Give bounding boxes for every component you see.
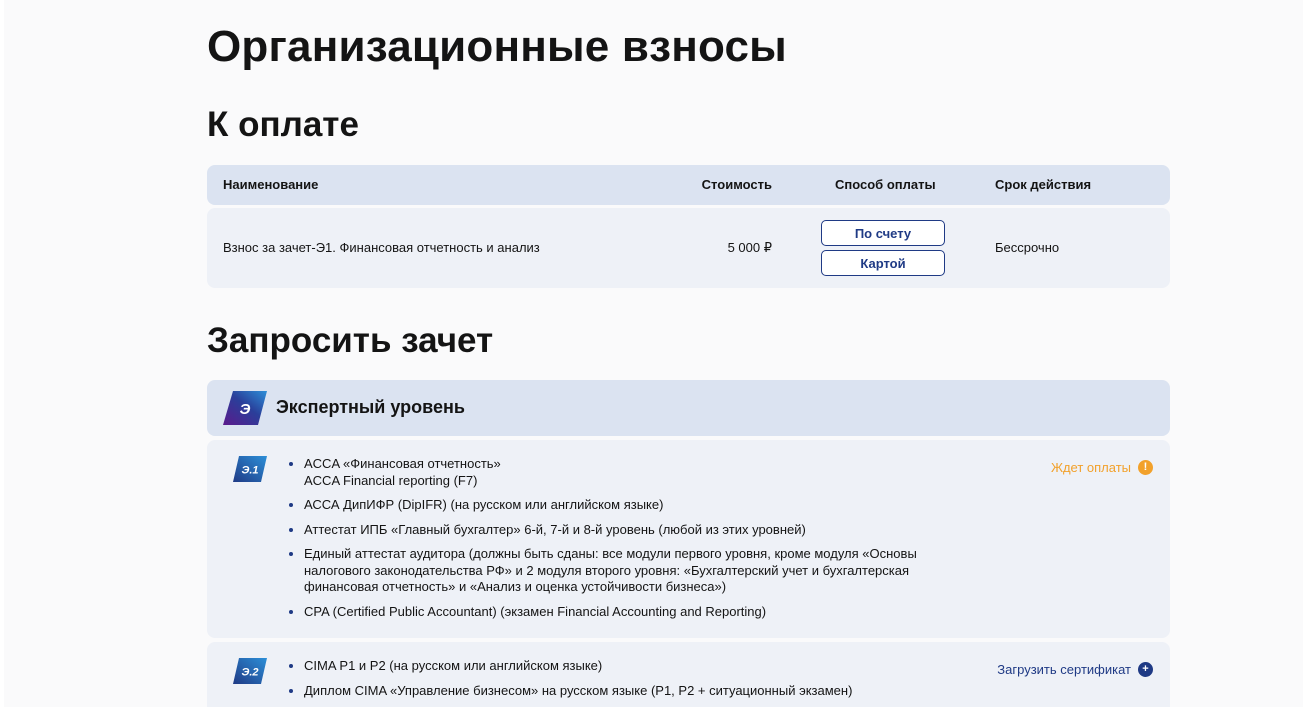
module-badge-icon: Э.1 bbox=[233, 456, 267, 482]
svg-text:Э: Э bbox=[240, 401, 251, 418]
list-item: Диплом CIMA «Управление бизнесом» на рус… bbox=[304, 683, 964, 700]
fee-name: Взнос за зачет-Э1. Финансовая отчетность… bbox=[223, 240, 540, 255]
awaiting-payment-status: Ждет оплаты ! bbox=[1051, 460, 1153, 475]
module-requirements-list: CIMA P1 и P2 (на русском или английском … bbox=[289, 658, 964, 707]
column-method: Способ оплаты bbox=[835, 177, 936, 192]
list-item: Аттестат ИПБ «Главный бухгалтер» 6-й, 7-… bbox=[304, 522, 964, 539]
list-item: CPA (Certified Public Accountant) (экзам… bbox=[304, 604, 964, 621]
column-term: Срок действия bbox=[995, 177, 1092, 192]
column-price: Стоимость bbox=[701, 177, 772, 192]
expert-level-badge-icon: Э bbox=[223, 391, 267, 425]
module-card: Э.1 ACCA «Финансовая отчетность» ACCA Fi… bbox=[207, 440, 1170, 638]
level-title: Экспертный уровень bbox=[276, 397, 465, 417]
upload-certificate-label: Загрузить сертификат bbox=[997, 662, 1131, 677]
fee-price: 5 000 ₽ bbox=[727, 240, 772, 255]
pay-by-invoice-button[interactable]: По счету bbox=[821, 220, 945, 246]
fee-term: Бессрочно bbox=[995, 240, 1060, 255]
pay-by-card-button[interactable]: Картой bbox=[821, 250, 945, 276]
plus-icon: + bbox=[1138, 662, 1153, 677]
level-header: Э Экспертный уровень bbox=[207, 380, 1170, 436]
table-row: Взнос за зачет-Э1. Финансовая отчетность… bbox=[207, 208, 1170, 288]
warning-icon: ! bbox=[1138, 460, 1153, 475]
list-item: АССА ДипИФР (DipIFR) (на русском или анг… bbox=[304, 497, 964, 514]
module-badge-icon: Э.2 bbox=[233, 658, 267, 684]
column-name: Наименование bbox=[223, 177, 319, 192]
upload-certificate-button[interactable]: Загрузить сертификат + bbox=[997, 662, 1153, 677]
payment-table-header: Наименование Стоимость Способ оплаты Сро… bbox=[207, 165, 1170, 205]
page: Организационные взносы К оплате Наименов… bbox=[4, 0, 1303, 707]
list-item: ACCA «Финансовая отчетность» ACCA Financ… bbox=[304, 456, 964, 489]
page-title: Организационные взносы bbox=[207, 22, 787, 71]
request-section-title: Запросить зачет bbox=[207, 321, 494, 360]
module-card: Э.2 CIMA P1 и P2 (на русском или английс… bbox=[207, 642, 1170, 707]
svg-text:Э.1: Э.1 bbox=[241, 465, 258, 477]
payment-section-title: К оплате bbox=[207, 105, 359, 144]
module-requirements-list: ACCA «Финансовая отчетность» ACCA Financ… bbox=[289, 456, 964, 628]
list-item: CIMA P1 и P2 (на русском или английском … bbox=[304, 658, 964, 675]
status-label: Ждет оплаты bbox=[1050, 460, 1131, 475]
svg-text:Э.2: Э.2 bbox=[241, 667, 258, 679]
list-item: Единый аттестат аудитора (должны быть сд… bbox=[304, 546, 964, 596]
